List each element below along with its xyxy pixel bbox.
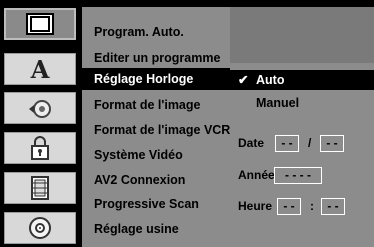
annee-label: Année <box>238 168 275 182</box>
date-label: Date <box>238 136 265 150</box>
menu-item-progressive-scan[interactable]: Progressive Scan <box>82 193 230 215</box>
language-icon-button[interactable]: A <box>4 53 76 85</box>
heure-separator: : <box>310 199 314 213</box>
svg-text:A: A <box>30 56 50 82</box>
option-manuel[interactable]: Manuel <box>256 96 299 110</box>
clock-options-panel: ✔ Auto Manuel Date - - / - - Année - - -… <box>230 7 374 247</box>
checkmark-icon: ✔ <box>238 73 249 87</box>
menu-item-program-auto[interactable]: Program. Auto. <box>82 21 230 43</box>
setup-menu-list: Program. Auto. Editer un programme Régla… <box>82 7 230 247</box>
lock-icon-button[interactable] <box>4 132 76 164</box>
audio-icon <box>29 100 51 118</box>
film-icon <box>31 176 49 200</box>
heure-minutes-field[interactable]: - - <box>321 198 345 215</box>
lock-icon <box>31 136 49 160</box>
options-header-area <box>230 7 374 63</box>
disc-icon-button[interactable] <box>4 212 76 244</box>
annee-field[interactable]: - - - - <box>274 167 322 184</box>
menu-item-editer-programme[interactable]: Editer un programme <box>82 47 230 69</box>
menu-item-reglage-horloge[interactable]: Réglage Horloge <box>82 68 230 90</box>
option-auto-label: Auto <box>256 73 285 87</box>
tv-screen-icon-button[interactable] <box>4 8 76 40</box>
tv-screen-icon <box>26 13 54 35</box>
setup-menu-screen: A Program. Auto. Editer un programme Rég… <box>0 0 374 247</box>
option-auto[interactable]: ✔ Auto <box>230 70 374 90</box>
language-icon: A <box>30 56 50 82</box>
date-month-field[interactable]: - - <box>320 135 344 152</box>
menu-item-format-image[interactable]: Format de l'image <box>82 94 230 116</box>
category-icon-column: A <box>4 8 76 247</box>
film-icon-button[interactable] <box>4 172 76 204</box>
menu-item-reglage-usine[interactable]: Réglage usine <box>82 218 230 240</box>
date-day-field[interactable]: - - <box>275 135 299 152</box>
menu-item-systeme-video[interactable]: Système Vidéo <box>82 144 230 166</box>
menu-item-format-image-vcr[interactable]: Format de l'image VCR <box>82 119 230 141</box>
audio-icon-button[interactable] <box>4 92 76 124</box>
heure-hours-field[interactable]: - - <box>277 198 301 215</box>
disc-icon <box>29 217 51 239</box>
heure-label: Heure <box>238 199 273 213</box>
menu-item-av2-connexion[interactable]: AV2 Connexion <box>82 169 230 191</box>
date-separator: / <box>308 136 312 150</box>
